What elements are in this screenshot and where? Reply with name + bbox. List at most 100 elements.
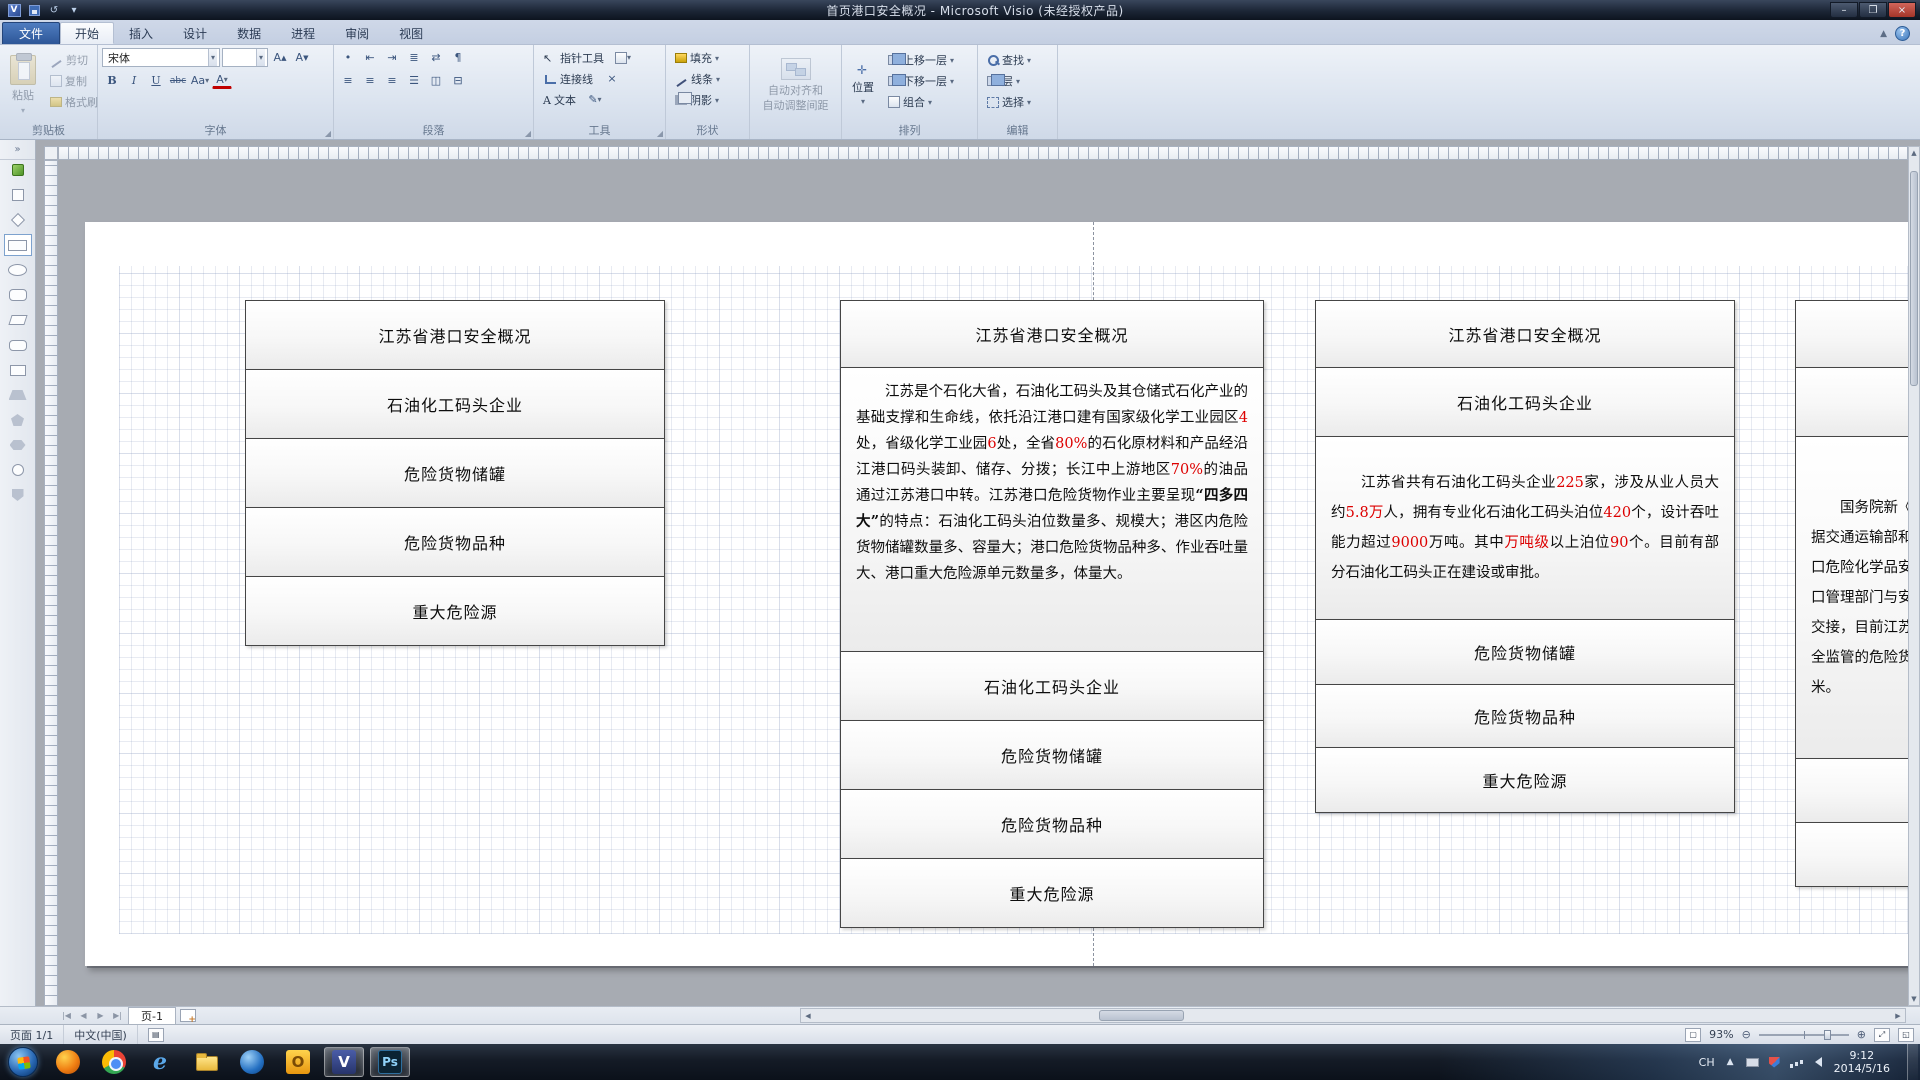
taskbar-app-visio[interactable]: V: [324, 1047, 364, 1077]
stencil-shape-diamond[interactable]: [4, 209, 32, 231]
insert-page-button[interactable]: [180, 1009, 196, 1022]
first-page-button[interactable]: |◀: [58, 1008, 75, 1024]
diagram-shape-title[interactable]: 危险货物品种: [1315, 684, 1735, 748]
distribute-vertical-icon[interactable]: ⊟: [448, 71, 468, 90]
change-case-button[interactable]: Aa▾: [190, 71, 210, 90]
distribute-horizontal-icon[interactable]: ◫: [426, 71, 446, 90]
shadow-button[interactable]: 阴影▾: [670, 90, 745, 110]
diagram-shape-title[interactable]: 江苏省港口安全概况: [245, 300, 665, 370]
vertical-scrollbar[interactable]: ▲ ▼: [1908, 146, 1920, 1006]
taskbar-app-ie[interactable]: e: [140, 1047, 180, 1077]
scroll-down-icon[interactable]: ▼: [1909, 993, 1919, 1005]
diagram-shape-title[interactable]: 危险货物储罐: [840, 720, 1264, 790]
line-spacing-icon[interactable]: ≣: [404, 48, 424, 67]
scroll-right-icon[interactable]: ▶: [1891, 1009, 1905, 1022]
layers-button[interactable]: 层▾: [982, 71, 1053, 91]
horizontal-ruler[interactable]: [58, 146, 1908, 160]
minimize-button[interactable]: –: [1830, 2, 1858, 18]
zoom-in-icon[interactable]: ⊕: [1857, 1028, 1866, 1041]
line-button[interactable]: 线条▾: [670, 69, 745, 89]
taskbar-app-outlook[interactable]: O: [278, 1047, 318, 1077]
stencil-shape-hexagon[interactable]: [4, 434, 32, 456]
last-page-button[interactable]: ▶|: [109, 1008, 126, 1024]
tab-插入[interactable]: 插入: [114, 22, 168, 44]
stencil-shape-trapezoid[interactable]: [4, 384, 32, 406]
visio-app-icon[interactable]: V: [6, 3, 22, 17]
stencil-shape-callout[interactable]: [4, 284, 32, 306]
connection-point-button[interactable]: ×: [602, 69, 622, 88]
align-justify-icon[interactable]: ☰: [404, 71, 424, 90]
status-macro-icon[interactable]: ▤: [138, 1025, 174, 1044]
align-center-icon[interactable]: ≡: [360, 71, 380, 90]
maximize-button[interactable]: ❐: [1859, 2, 1887, 18]
format-painter-button[interactable]: 格式刷: [45, 92, 103, 112]
grow-font-button[interactable]: A▲: [270, 48, 290, 67]
tab-数据[interactable]: 数据: [222, 22, 276, 44]
diagram-shape-title[interactable]: 江苏省港口安全概况: [1315, 300, 1735, 368]
start-button[interactable]: [8, 1047, 38, 1077]
find-button[interactable]: 查找▾: [982, 50, 1053, 70]
position-button[interactable]: 位置 ▾: [846, 48, 880, 123]
indent-increase-icon[interactable]: ⇥: [382, 48, 402, 67]
auto-align-button[interactable]: 自动对齐和 自动调整间距: [757, 48, 835, 123]
page-tab[interactable]: 页-1: [128, 1007, 176, 1024]
text-tool-button[interactable]: A文本: [538, 90, 581, 110]
zoom-slider-thumb[interactable]: [1824, 1030, 1831, 1040]
fill-button[interactable]: 填充▾: [670, 48, 745, 68]
qat-customize-dropdown[interactable]: ▾: [66, 3, 82, 17]
diagram-shape-title[interactable]: 危险货物储罐: [245, 438, 665, 508]
diagram-shape-para[interactable]: 江苏是个石化大省，石油化工码头及其仓储式石化产业的基础支撑和生命线，依托沿江港口…: [840, 367, 1264, 652]
diagram-shape-empty[interactable]: [1795, 300, 1908, 368]
prev-page-button[interactable]: ◀: [75, 1008, 92, 1024]
stencil-icon[interactable]: [12, 164, 24, 176]
underline-button[interactable]: U: [146, 71, 166, 90]
whole-page-icon[interactable]: ▢: [1685, 1028, 1701, 1042]
bullets-icon[interactable]: •: [338, 48, 358, 67]
bold-button[interactable]: B: [102, 71, 122, 90]
align-right-icon[interactable]: ≡: [382, 71, 402, 90]
tab-设计[interactable]: 设计: [168, 22, 222, 44]
text-direction-icon[interactable]: ⇄: [426, 48, 446, 67]
taskbar-app-chrome[interactable]: [94, 1047, 134, 1077]
shapes-panel-expand-icon[interactable]: »: [0, 140, 35, 160]
diagram-shape-para[interactable]: 江苏省共有石油化工码头企业225家，涉及从业人员大约5.8万人，拥有专业化石油化…: [1315, 436, 1735, 620]
ime-icon[interactable]: [1746, 1057, 1759, 1068]
zoom-slider[interactable]: [1759, 1034, 1849, 1036]
fit-page-icon[interactable]: ⤢: [1874, 1028, 1890, 1042]
copy-button[interactable]: 复制: [45, 71, 103, 91]
stencil-shape-ellipse[interactable]: [4, 259, 32, 281]
diagram-shape-title[interactable]: 危险货物品种: [245, 507, 665, 577]
cut-button[interactable]: 剪切: [45, 50, 103, 70]
diagram-shape-title[interactable]: 危险货物品种: [840, 789, 1264, 859]
zoom-level[interactable]: 93%: [1709, 1028, 1733, 1041]
scroll-up-icon[interactable]: ▲: [1909, 147, 1919, 159]
diagram-shape-title[interactable]: 石油化工码头企业: [1315, 367, 1735, 437]
language-indicator[interactable]: CH: [1699, 1056, 1715, 1069]
diagram-shape-title[interactable]: 重大危险源: [245, 576, 665, 646]
diagram-shape-title[interactable]: 石油化工码头企业: [245, 369, 665, 439]
diagram-shape-empty[interactable]: [1795, 758, 1908, 823]
tab-file[interactable]: 文件: [2, 22, 60, 44]
stencil-shape-rectangle[interactable]: [4, 234, 32, 256]
paragraph-mark-icon[interactable]: ¶: [448, 48, 468, 67]
taskbar-app-browser[interactable]: [232, 1047, 272, 1077]
scroll-left-icon[interactable]: ◀: [801, 1009, 815, 1022]
tab-审阅[interactable]: 审阅: [330, 22, 384, 44]
stencil-shape-card[interactable]: [4, 359, 32, 381]
group-button[interactable]: 组合▾: [883, 92, 959, 112]
send-backward-button[interactable]: 下移一层▾: [883, 71, 959, 91]
diagram-shape-title[interactable]: 江苏省港口安全概况: [840, 300, 1264, 368]
shapes-panel[interactable]: »: [0, 140, 36, 1006]
stencil-shape-pentagon[interactable]: [4, 409, 32, 431]
align-left-icon[interactable]: ≡: [338, 71, 358, 90]
connector-tool-button[interactable]: 连接线: [538, 69, 598, 89]
diagram-shape-lines[interactable]: 国务院新《据交通运输部和口危险化学品安口管理部门与安交接，目前江苏全监管的危险货…: [1795, 436, 1908, 759]
diagram-shape-title[interactable]: 石油化工码头企业: [840, 651, 1264, 721]
stencil-shape-circle[interactable]: [4, 459, 32, 481]
network-icon[interactable]: [1790, 1057, 1803, 1068]
stencil-shape-square[interactable]: [4, 184, 32, 206]
select-button[interactable]: 选择▾: [982, 92, 1053, 112]
diagram-shape-empty[interactable]: [1795, 367, 1908, 437]
horizontal-scroll-thumb[interactable]: [1099, 1010, 1184, 1021]
stencil-shape-shield[interactable]: [4, 484, 32, 506]
